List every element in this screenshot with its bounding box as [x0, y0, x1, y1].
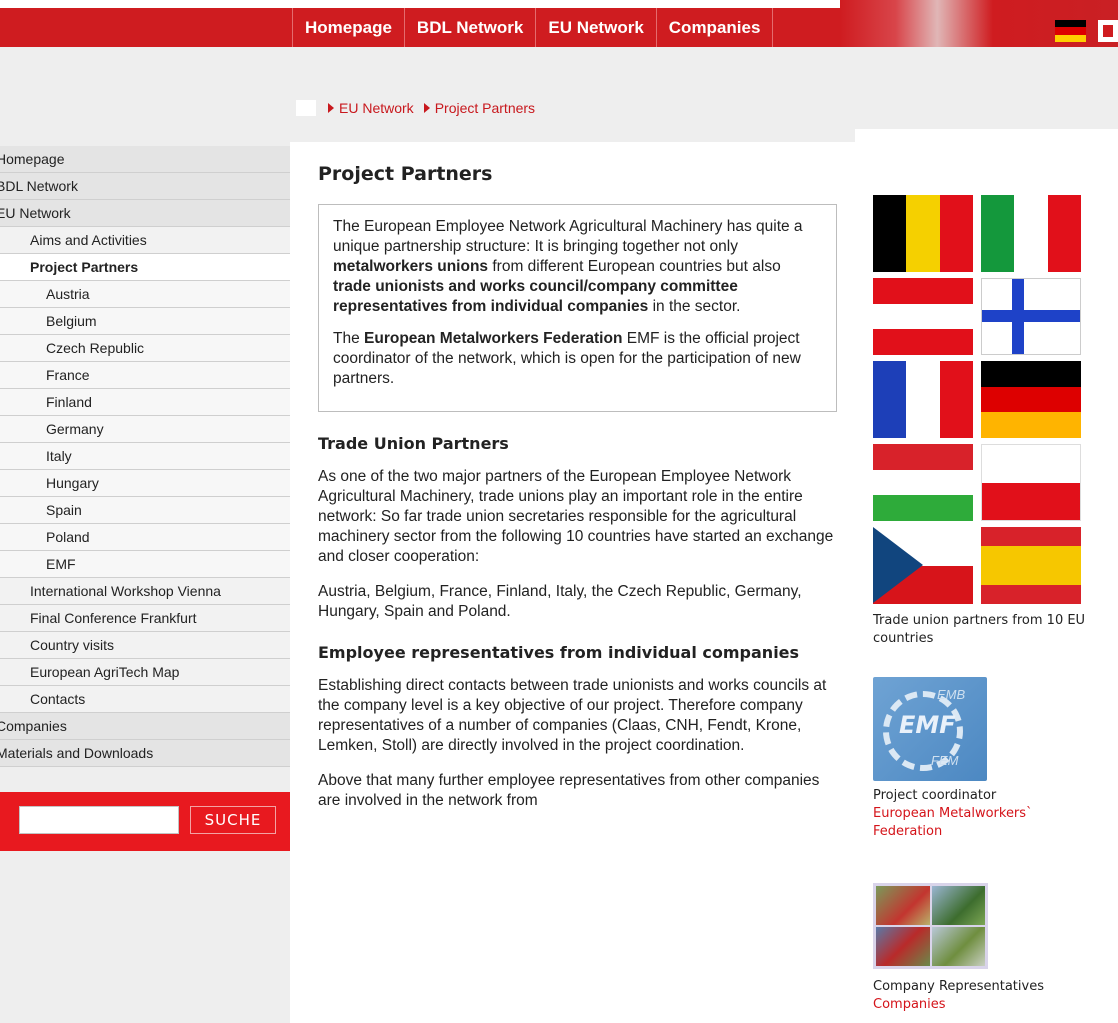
employee-paragraph: Establishing direct contacts between tra… — [318, 677, 827, 754]
arrow-right-icon — [328, 103, 334, 113]
german-flag-icon[interactable] — [1055, 20, 1086, 42]
sidebar-item[interactable]: Finland — [0, 389, 290, 416]
breadcrumb-item[interactable]: Project Partners — [423, 100, 535, 116]
page-title: Project Partners — [318, 163, 493, 185]
czech-flag-icon — [873, 527, 973, 604]
germany-flag-icon — [981, 361, 1081, 438]
top-navigation-bar: Homepage BDL Network EU Network Companie… — [0, 0, 1118, 47]
nav-companies[interactable]: Companies — [657, 8, 774, 47]
breadcrumb-home-icon[interactable] — [296, 100, 316, 116]
sidebar-item[interactable]: Hungary — [0, 470, 290, 497]
emf-link[interactable]: European Metalworkers` Federation — [873, 805, 1048, 841]
emf-logo[interactable]: EMB EMF FEM — [873, 677, 987, 781]
sidebar-item[interactable]: Spain — [0, 497, 290, 524]
spain-flag-icon — [981, 527, 1081, 604]
sidebar-item[interactable]: Final Conference Frankfurt — [0, 605, 290, 632]
poland-flag-icon — [981, 444, 1081, 521]
intro-paragraph: The European Metalworkers Federation EMF… — [333, 330, 801, 387]
sidebar-item[interactable]: Czech Republic — [0, 335, 290, 362]
header-band — [0, 47, 1118, 143]
belgium-flag-icon — [873, 195, 973, 272]
nav-eu-network[interactable]: EU Network — [536, 8, 657, 47]
intro-paragraph: The European Employee Network Agricultur… — [333, 218, 803, 315]
sidebar-item[interactable]: Country visits — [0, 632, 290, 659]
sidebar-item[interactable]: BDL Network — [0, 173, 290, 200]
sidebar-item[interactable]: Germany — [0, 416, 290, 443]
austria-flag-icon — [873, 278, 973, 355]
companies-link[interactable]: Companies — [873, 996, 1044, 1014]
sidebar-menu: Homepage BDL Network EU Network Aims and Ac… — [0, 146, 290, 767]
intro-box: The European Employee Network Agricultur… — [318, 204, 837, 412]
sidebar-item[interactable]: Contacts — [0, 686, 290, 713]
countries-paragraph: Austria, Belgium, France, Finland, Italy… — [318, 583, 802, 620]
breadcrumb-item[interactable]: EU Network — [328, 100, 414, 116]
employee-paragraph-continued: Above that many further employee represe… — [318, 772, 820, 809]
sidebar-item[interactable]: European AgriTech Map — [0, 659, 290, 686]
flags-caption: Trade union partners from 10 EU countrie… — [873, 613, 1086, 646]
sidebar-item[interactable]: Belgium — [0, 308, 290, 335]
section-heading-trade-unions: Trade Union Partners — [318, 434, 509, 453]
nav-homepage[interactable]: Homepage — [292, 8, 405, 47]
sidebar-item[interactable]: Project Partners — [0, 254, 290, 281]
main-nav: Homepage BDL Network EU Network Companie… — [292, 8, 774, 47]
sidebar-item[interactable]: EU Network — [0, 200, 290, 227]
partner-flags-grid — [873, 195, 1082, 604]
nav-bdl-network[interactable]: BDL Network — [405, 8, 537, 47]
sidebar: Homepage BDL Network EU Network Aims and Ac… — [0, 142, 290, 1023]
sidebar-item[interactable]: Austria — [0, 281, 290, 308]
france-flag-icon — [873, 361, 973, 438]
search-input[interactable] — [19, 806, 179, 834]
trade-union-paragraph: As one of the two major partners of the … — [318, 468, 834, 565]
finland-flag-icon — [981, 278, 1081, 355]
hungary-flag-icon — [873, 444, 973, 521]
breadcrumb: EU Network Project Partners — [296, 100, 545, 116]
arrow-right-icon — [423, 103, 430, 113]
sidebar-item[interactable]: France — [0, 362, 290, 389]
italy-flag-icon — [981, 195, 1081, 272]
company-caption: Company Representatives Companies — [873, 979, 1044, 1014]
sidebar-item[interactable]: Materials and Downloads — [0, 740, 290, 767]
main-content: Project Partners The European Employee N… — [318, 158, 842, 826]
search-box: SUCHE — [0, 792, 290, 851]
agricultural-machinery-photo[interactable] — [873, 883, 988, 969]
sidebar-item[interactable]: Homepage — [0, 146, 290, 173]
coordinator-caption: Project coordinator European Metalworker… — [873, 787, 1048, 841]
sidebar-item[interactable]: Italy — [0, 443, 290, 470]
sidebar-item[interactable]: Poland — [0, 524, 290, 551]
section-heading-employee-representatives: Employee representatives from individual… — [318, 643, 800, 662]
sidebar-item[interactable]: EMF — [0, 551, 290, 578]
search-button[interactable]: SUCHE — [190, 806, 276, 834]
print-icon[interactable] — [1098, 20, 1118, 42]
right-column: Trade union partners from 10 EU countrie… — [873, 195, 1118, 1012]
sidebar-item[interactable]: Companies — [0, 713, 290, 740]
sidebar-item[interactable]: Aims and Activities — [0, 227, 290, 254]
sidebar-item[interactable]: International Workshop Vienna — [0, 578, 290, 605]
